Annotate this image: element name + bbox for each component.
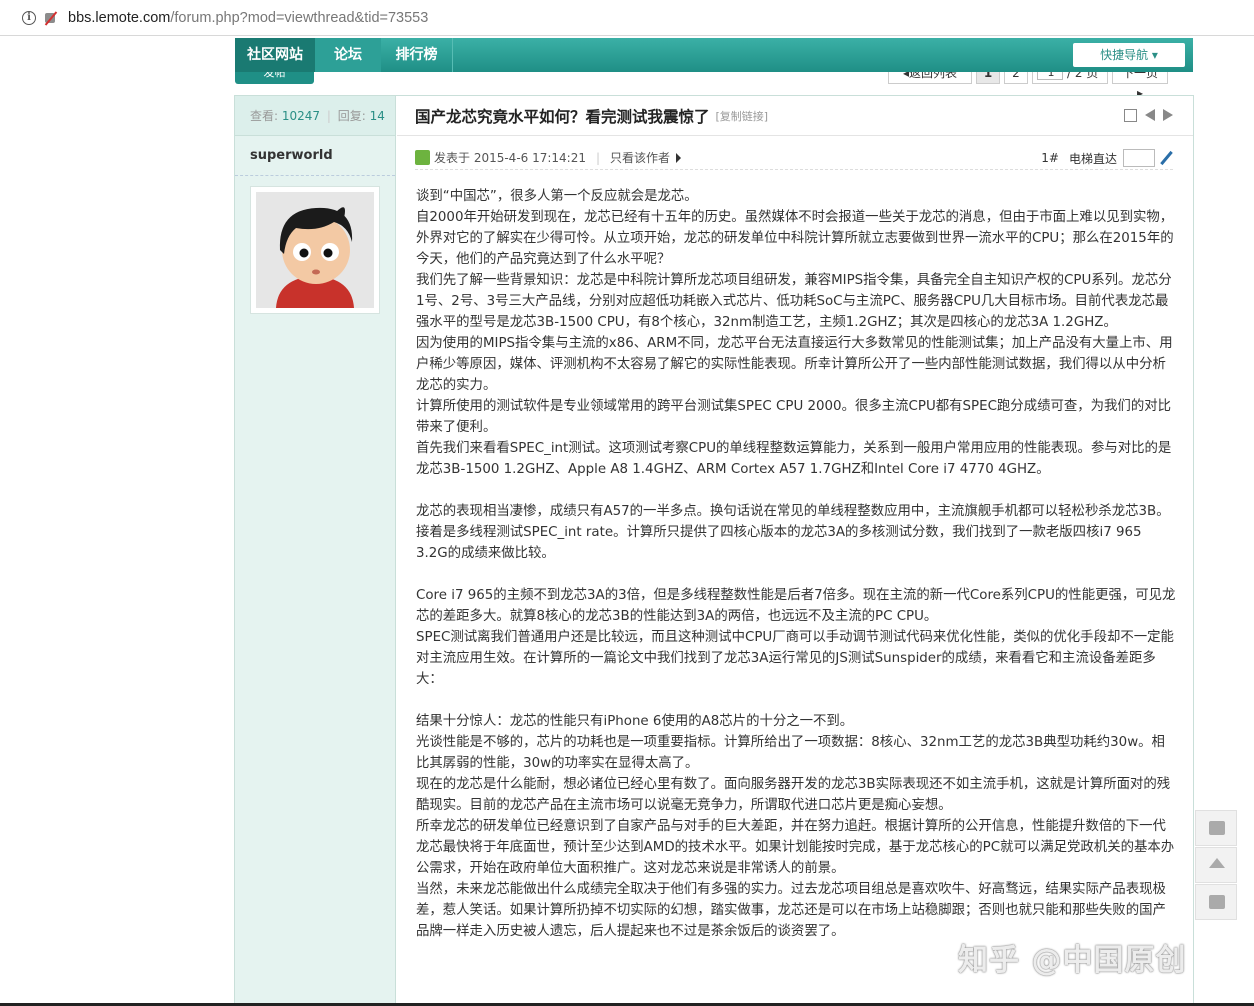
elevator-label: 电梯直达 [1068,151,1117,166]
post-meta: 发表于 2015-4-6 17:14:21 | 只看该作者 1# 电梯直达 [415,146,1173,170]
author-name[interactable]: superworld [235,136,395,176]
paragraph: 所幸龙芯的研发单位已经意识到了自家产品与对手的巨大差距，并在努力追赶。根据计算所… [416,819,1175,876]
paragraph: Core i7 965的主频不到龙芯3A的3倍，但是多线程整数性能是后者7倍多。… [416,588,1176,624]
back-to-top-icon[interactable] [1195,847,1237,883]
go-icon[interactable] [1159,151,1173,165]
watermark: 知乎 @中国原创 [958,943,1187,978]
paragraph: 我们先了解一些背景知识：龙芯是中科院计算所龙芯项目组研发，兼容MIPS指令集，具… [416,273,1172,330]
paragraph: 现在的龙芯是什么能耐，想必诸位已经心里有数了。面向服务器开发的龙芯3B实际表现还… [416,777,1171,813]
paragraph: 谈到“中国芯”，很多人第一个反应就会是龙芯。 [416,189,698,204]
paragraph: 龙芯的表现相当凄惨，成绩只有A57的一半多点。换句话说在常见的单线程整数应用中，… [416,504,1170,519]
paragraph: 当然，未来龙芯能做出什么成绩完全取决于他们有多强的实力。过去龙芯项目组总是喜欢吹… [416,882,1166,939]
play-arrow-icon [676,152,682,163]
paragraph: 计算所使用的测试软件是专业领域常用的跨平台测试集SPEC CPU 2000。很多… [416,399,1171,435]
prev-thread-icon[interactable] [1145,109,1155,121]
paragraph: 因为使用的MIPS指令集与主流的x86、ARM不同，龙芯平台无法直接运行大多数常… [416,336,1173,393]
views-count: 10247 [281,109,321,123]
post-date: 发表于 2015-4-6 17:14:21 [434,151,586,165]
post-title-row: 国产龙芯究竟水平如何？看完测试我震惊了 [复制链接] [397,96,1193,136]
site-info-icon[interactable]: i [22,10,36,25]
only-author-link[interactable]: 只看该作者 [610,149,670,166]
nav-home[interactable]: 社区网站 [235,38,315,72]
avatar[interactable] [250,186,380,314]
post-content: 谈到“中国芯”，很多人第一个反应就会是龙芯。 自2000年开始研发到现在，龙芯已… [416,186,1176,942]
main-nav: 社区网站 论坛 排行榜 快捷导航 ▾ [235,38,1193,72]
post-main: 国产龙芯究竟水平如何？看完测试我震惊了 [复制链接] 发表于 2015-4-6 … [397,96,1193,1006]
new-post-button[interactable]: 发帖 [235,70,314,84]
online-status-icon [415,150,430,165]
author-sidebar: 查看: 10247 | 回复: 14 superworld [235,96,396,1006]
post-container: 查看: 10247 | 回复: 14 superworld 国产龙芯究竟水平如何… [234,95,1194,1006]
copy-link[interactable]: [复制链接] [716,108,769,124]
reply-icon[interactable] [1195,810,1237,846]
list-icon[interactable] [1195,884,1237,920]
nav-forum[interactable]: 论坛 [315,38,381,72]
print-icon[interactable] [1124,109,1137,122]
elevator-input[interactable] [1123,149,1155,167]
paragraph: 光谈性能是不够的，芯片的功耗也是一项重要指标。计算所给出了一项数据：8核心、32… [416,735,1165,771]
quick-nav-button[interactable]: 快捷导航 ▾ [1073,43,1185,67]
nav-rank[interactable]: 排行榜 [381,38,453,72]
floor-number: 1# [1041,151,1059,165]
next-thread-icon[interactable] [1163,109,1173,121]
script-blocked-icon[interactable] [44,11,58,25]
url-text[interactable]: bbs.lemote.com/forum.php?mod=viewthread&… [68,10,428,26]
replies-count: 14 [369,109,385,123]
floating-tools [1195,810,1237,921]
browser-address-bar[interactable]: i bbs.lemote.com/forum.php?mod=viewthrea… [0,0,1254,36]
paragraph: 接着是多线程测试SPEC_int rate。计算所只提供了四核心版本的龙芯3A的… [416,525,1142,561]
paragraph: 首先我们来看看SPEC_int测试。这项测试考察CPU的单线程整数运算能力，关系… [416,441,1172,477]
paragraph: 自2000年开始研发到现在，龙芯已经有十五年的历史。虽然媒体不时会报道一些关于龙… [416,210,1174,267]
post-title: 国产龙芯究竟水平如何？看完测试我震惊了 [415,107,710,126]
avatar-image [256,192,374,308]
paragraph: 结果十分惊人：龙芯的性能只有iPhone 6使用的A8芯片的十分之一不到。 [416,714,854,729]
thread-stats: 查看: 10247 | 回复: 14 [235,96,395,136]
paragraph: SPEC测试离我们普通用户还是比较远，而且这种测试中CPU厂商可以手动调节测试代… [416,630,1174,687]
